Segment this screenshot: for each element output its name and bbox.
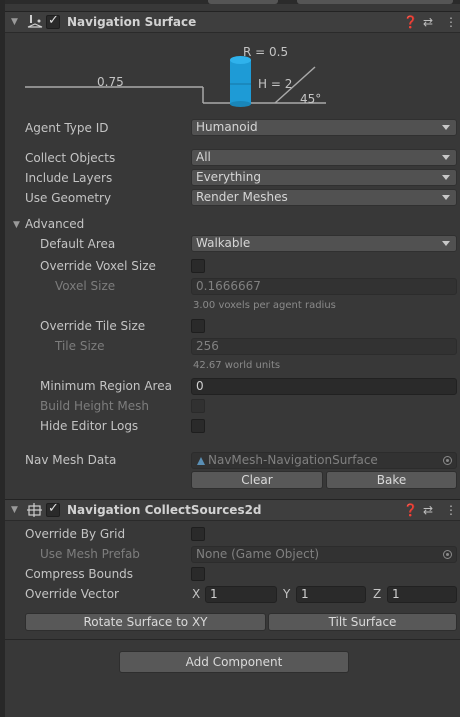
include-layers-label: Include Layers bbox=[25, 171, 113, 185]
default-area-dropdown[interactable]: Walkable bbox=[191, 235, 457, 252]
object-picker-icon[interactable] bbox=[443, 456, 452, 465]
vector-z-field[interactable]: 1 bbox=[387, 586, 457, 603]
vector-y-field[interactable]: 1 bbox=[296, 586, 366, 603]
step-height-label: 0.75 bbox=[97, 75, 124, 89]
use-geometry-value: Render Meshes bbox=[196, 190, 288, 204]
navigation-surface-header[interactable]: ▼ Navigation Surface ❓ ⇄ ⋮ bbox=[5, 11, 460, 33]
override-vector-label: Override Vector bbox=[25, 587, 119, 601]
rotate-surface-button[interactable]: Rotate Surface to XY bbox=[25, 613, 266, 631]
compress-bounds-label: Compress Bounds bbox=[25, 567, 134, 581]
help-icon[interactable]: ❓ bbox=[403, 503, 418, 517]
chevron-down-icon bbox=[442, 195, 450, 200]
hide-logs-label: Hide Editor Logs bbox=[40, 419, 139, 433]
override-grid-label: Override By Grid bbox=[25, 527, 126, 541]
hide-logs-checkbox[interactable] bbox=[191, 419, 205, 433]
override-grid-checkbox[interactable] bbox=[191, 527, 205, 541]
height-label: H = 2 bbox=[258, 77, 293, 91]
script-component-icon bbox=[27, 503, 42, 517]
override-voxel-checkbox[interactable] bbox=[191, 259, 205, 273]
foldout-arrow-icon[interactable]: ▼ bbox=[11, 505, 18, 515]
vector-x-field[interactable]: 1 bbox=[205, 586, 277, 603]
include-layers-dropdown[interactable]: Everything bbox=[191, 169, 457, 186]
component-title: Navigation CollectSources2d bbox=[67, 503, 262, 517]
navmesh-data-label: Nav Mesh Data bbox=[25, 453, 117, 467]
collect-objects-dropdown[interactable]: All bbox=[191, 149, 457, 166]
agent-type-value: Humanoid bbox=[196, 120, 258, 134]
window-left-edge bbox=[0, 0, 5, 717]
chevron-down-icon bbox=[442, 125, 450, 130]
advanced-foldout[interactable]: Advanced bbox=[25, 217, 84, 231]
object-picker-icon bbox=[443, 550, 452, 559]
previous-component-button[interactable] bbox=[208, 0, 278, 4]
clear-button[interactable]: Clear bbox=[191, 471, 323, 489]
component-title: Navigation Surface bbox=[67, 15, 197, 29]
use-mesh-prefab-value: None (Game Object) bbox=[196, 547, 320, 561]
surface-enabled-checkbox[interactable] bbox=[46, 13, 60, 29]
z-axis-label[interactable]: Z bbox=[373, 587, 381, 601]
agent-type-dropdown[interactable]: Humanoid bbox=[191, 119, 457, 136]
collect-sources-header[interactable]: ▼ Navigation CollectSources2d ❓ ⇄ ⋮ bbox=[5, 499, 460, 521]
build-height-checkbox bbox=[191, 399, 205, 413]
voxel-size-label: Voxel Size bbox=[55, 279, 116, 293]
chevron-down-icon bbox=[442, 175, 450, 180]
agent-type-label: Agent Type ID bbox=[25, 121, 109, 135]
use-mesh-prefab-label: Use Mesh Prefab bbox=[40, 547, 140, 561]
navigation-surface-icon bbox=[27, 15, 43, 28]
override-tile-checkbox[interactable] bbox=[191, 319, 205, 333]
kebab-menu-icon[interactable]: ⋮ bbox=[445, 503, 457, 517]
voxel-size-field: 0.1666667 bbox=[191, 278, 457, 295]
navmesh-asset-icon bbox=[197, 457, 205, 465]
radius-label: R = 0.5 bbox=[243, 45, 289, 59]
include-layers-value: Everything bbox=[196, 170, 261, 184]
x-axis-label[interactable]: X bbox=[192, 587, 200, 601]
compress-bounds-checkbox[interactable] bbox=[191, 567, 205, 581]
foldout-arrow-icon[interactable]: ▼ bbox=[11, 17, 18, 27]
presets-icon[interactable]: ⇄ bbox=[423, 15, 433, 29]
min-region-label: Minimum Region Area bbox=[40, 379, 172, 393]
chevron-down-icon bbox=[442, 241, 450, 246]
slope-label: 45° bbox=[300, 92, 322, 106]
override-tile-label: Override Tile Size bbox=[40, 319, 146, 333]
tile-hint: 42.67 world units bbox=[193, 360, 281, 371]
default-area-value: Walkable bbox=[196, 236, 251, 250]
agent-diagram bbox=[25, 56, 326, 107]
chevron-down-icon bbox=[442, 155, 450, 160]
help-icon[interactable]: ❓ bbox=[403, 15, 418, 29]
component-separator bbox=[5, 639, 460, 640]
kebab-menu-icon[interactable]: ⋮ bbox=[445, 15, 457, 29]
advanced-foldout-arrow-icon[interactable]: ▼ bbox=[13, 220, 20, 230]
y-axis-label[interactable]: Y bbox=[283, 587, 290, 601]
navmesh-data-value: NavMesh-NavigationSurface bbox=[208, 453, 378, 467]
min-region-field[interactable]: 0 bbox=[191, 378, 457, 395]
use-mesh-prefab-field: None (Game Object) bbox=[191, 546, 457, 563]
use-geometry-label: Use Geometry bbox=[25, 191, 112, 205]
use-geometry-dropdown[interactable]: Render Meshes bbox=[191, 189, 457, 206]
build-height-label: Build Height Mesh bbox=[40, 399, 150, 413]
collect-objects-value: All bbox=[196, 150, 211, 164]
tile-size-label: Tile Size bbox=[55, 339, 105, 353]
default-area-label: Default Area bbox=[40, 237, 116, 251]
presets-icon[interactable]: ⇄ bbox=[423, 503, 433, 517]
previous-component-button-2[interactable] bbox=[297, 0, 453, 4]
collect-objects-label: Collect Objects bbox=[25, 151, 116, 165]
collect-enabled-checkbox[interactable] bbox=[46, 501, 60, 517]
voxel-hint: 3.00 voxels per agent radius bbox=[193, 300, 336, 311]
navmesh-data-field[interactable]: NavMesh-NavigationSurface bbox=[191, 452, 457, 469]
tilt-surface-button[interactable]: Tilt Surface bbox=[268, 613, 457, 631]
bake-button[interactable]: Bake bbox=[326, 471, 457, 489]
override-voxel-label: Override Voxel Size bbox=[40, 259, 156, 273]
tile-size-field: 256 bbox=[191, 338, 457, 355]
add-component-button[interactable]: Add Component bbox=[119, 651, 349, 673]
